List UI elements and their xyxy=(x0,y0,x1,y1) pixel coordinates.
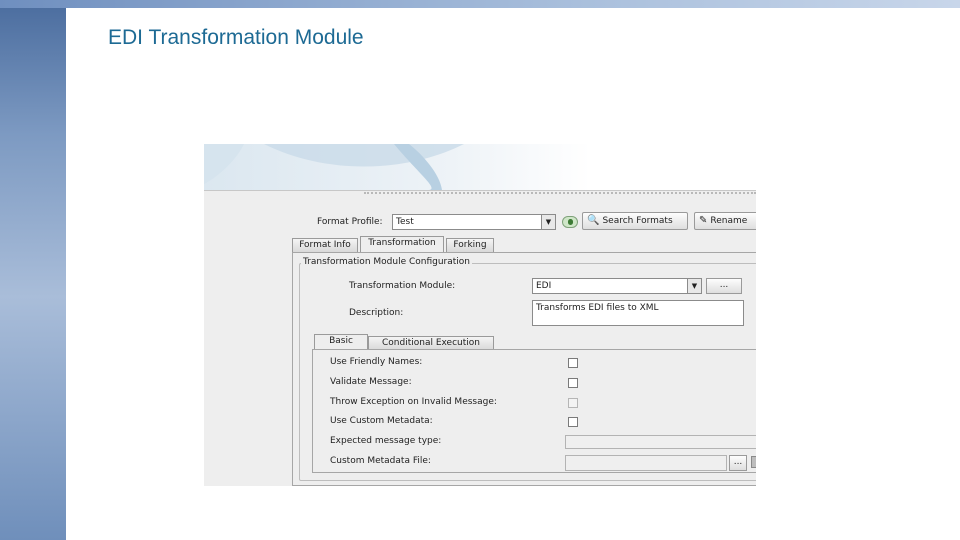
validate-message-label: Validate Message: xyxy=(330,377,412,387)
description-label: Description: xyxy=(349,308,404,318)
expected-message-type-field[interactable] xyxy=(565,435,756,449)
header-separator xyxy=(204,190,756,191)
description-field[interactable]: Transforms EDI files to XML xyxy=(532,300,744,326)
eye-icon[interactable] xyxy=(562,216,578,228)
throw-exception-checkbox[interactable] xyxy=(568,398,578,408)
slide: EDI Transformation Module Format Profile… xyxy=(66,8,960,540)
rename-icon: ✎ xyxy=(699,215,708,226)
background-strip xyxy=(0,0,960,8)
chevron-down-icon[interactable]: ▼ xyxy=(541,215,555,229)
throw-exception-label: Throw Exception on Invalid Message: xyxy=(330,397,497,407)
transformation-module-value: EDI xyxy=(536,281,552,291)
document-icon[interactable] xyxy=(749,455,756,469)
tab-basic[interactable]: Basic xyxy=(314,334,368,350)
transformation-module-combo[interactable]: EDI ▼ xyxy=(532,278,702,294)
search-formats-label: Search Formats xyxy=(602,216,673,226)
metadata-file-browse-button[interactable]: ... xyxy=(729,455,747,471)
magnifier-icon: 🔍 xyxy=(587,215,600,226)
application-screenshot: Format Profile: Test ▼ 🔍 Search Formats ✎… xyxy=(204,144,756,486)
use-custom-metadata-checkbox[interactable] xyxy=(568,417,578,427)
format-profile-value: Test xyxy=(396,217,414,227)
chevron-down-icon[interactable]: ▼ xyxy=(687,279,701,293)
description-value: Transforms EDI files to XML xyxy=(536,303,659,313)
module-browse-button[interactable]: ... xyxy=(706,278,742,294)
custom-metadata-file-label: Custom Metadata File: xyxy=(330,456,431,466)
rename-label: Rename xyxy=(710,216,748,226)
banner-swoosh-graphic xyxy=(204,144,464,190)
dotted-divider xyxy=(364,192,756,194)
use-custom-metadata-label: Use Custom Metadata: xyxy=(330,416,433,426)
use-friendly-names-checkbox[interactable] xyxy=(568,358,578,368)
format-profile-label: Format Profile: xyxy=(317,217,383,227)
slide-title: EDI Transformation Module xyxy=(108,26,364,49)
tab-forking[interactable]: Forking xyxy=(446,238,494,252)
use-friendly-names-label: Use Friendly Names: xyxy=(330,357,423,367)
custom-metadata-file-field[interactable] xyxy=(565,455,727,471)
tab-transformation[interactable]: Transformation xyxy=(360,236,444,252)
validate-message-checkbox[interactable] xyxy=(568,378,578,388)
tab-format-info[interactable]: Format Info xyxy=(292,238,358,252)
group-title: Transformation Module Configuration xyxy=(301,257,473,267)
search-formats-button[interactable]: 🔍 Search Formats xyxy=(582,212,688,230)
header-banner xyxy=(204,144,756,190)
format-profile-combo[interactable]: Test ▼ xyxy=(392,214,556,230)
expected-message-type-label: Expected message type: xyxy=(330,436,442,446)
tab-conditional-execution[interactable]: Conditional Execution xyxy=(368,336,494,350)
rename-button[interactable]: ✎ Rename xyxy=(694,212,756,230)
transformation-module-label: Transformation Module: xyxy=(349,281,456,291)
